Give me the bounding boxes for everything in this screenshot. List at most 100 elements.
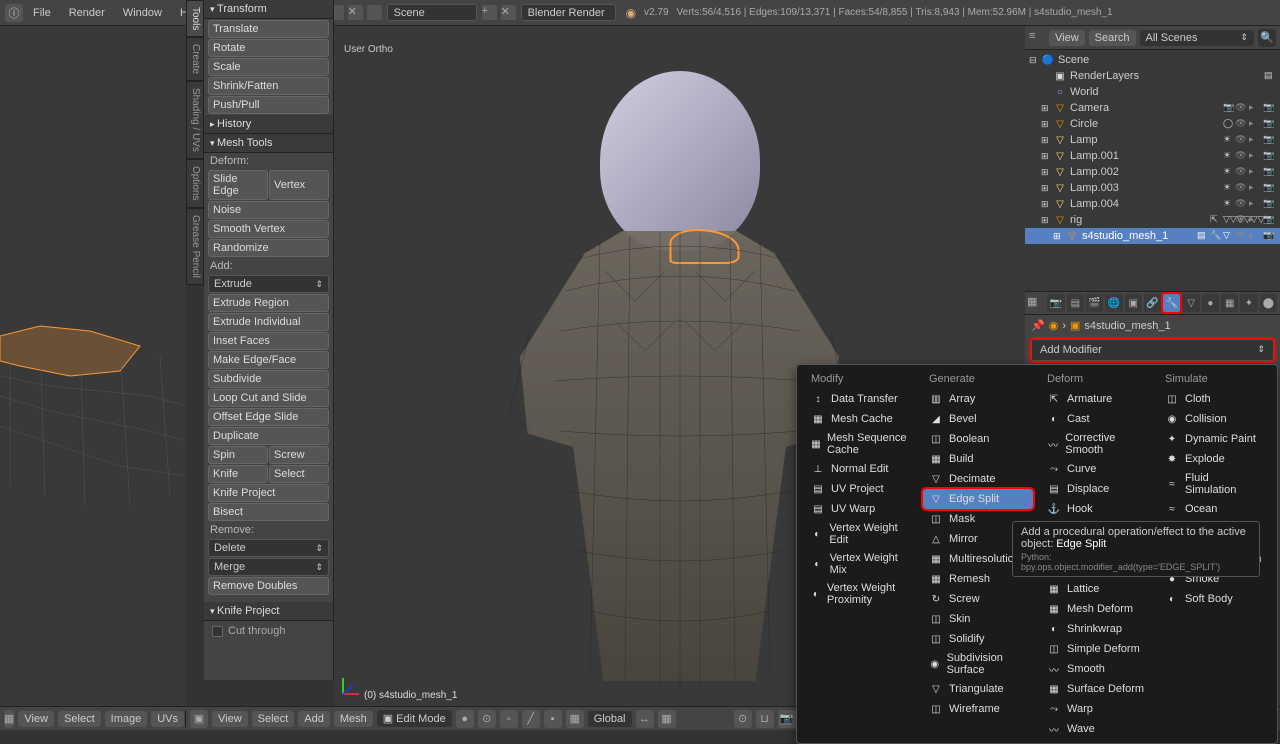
tab-object-icon[interactable]: ▣ <box>1125 294 1142 312</box>
modifier-item-mesh-cache[interactable]: ▦Mesh Cache <box>805 409 915 429</box>
tab-constraints-icon[interactable]: 🔗 <box>1144 294 1161 312</box>
3d-editor-type-icon[interactable]: ▣ <box>190 710 208 728</box>
limit-selection-icon[interactable]: ▦ <box>566 710 584 728</box>
vertex-button[interactable]: Vertex <box>269 170 329 200</box>
loop-cut-button[interactable]: Loop Cut and Slide <box>208 389 329 407</box>
3d-add-menu[interactable]: Add <box>298 711 330 727</box>
outliner-row[interactable]: ⊞▽rig⇱▽▽▽▽▽▽▽👁▸📷 <box>1025 212 1280 228</box>
modifier-item-curve[interactable]: ⤳Curve <box>1041 459 1151 479</box>
outliner-view-menu[interactable]: View <box>1049 30 1085 46</box>
outliner-row[interactable]: ⊞▽Lamp.004☀👁▸📷 <box>1025 196 1280 212</box>
modifier-item-wave[interactable]: 〰Wave <box>1041 719 1151 739</box>
uv-editor-type-icon[interactable]: ▦ <box>4 710 14 728</box>
modifier-item-skin[interactable]: ◫Skin <box>923 609 1033 629</box>
mode-dropdown[interactable]: ▣ Edit Mode <box>377 710 452 727</box>
tab-particles-icon[interactable]: ✦ <box>1240 294 1257 312</box>
extrude-region-button[interactable]: Extrude Region <box>208 294 329 312</box>
modifier-item-edge-split[interactable]: ▽Edge Split <box>923 489 1033 509</box>
knife-project-button[interactable]: Knife Project <box>208 484 329 502</box>
pivot-icon[interactable]: ⊙ <box>478 710 496 728</box>
offset-edge-slide-button[interactable]: Offset Edge Slide <box>208 408 329 426</box>
outliner-row[interactable]: ⊞▽Lamp.001☀👁▸📷 <box>1025 148 1280 164</box>
face-select-icon[interactable]: ▪ <box>544 710 562 728</box>
modifier-item-cast[interactable]: ◐Cast <box>1041 409 1151 429</box>
modifier-item-surface-deform[interactable]: ▦Surface Deform <box>1041 679 1151 699</box>
rotate-button[interactable]: Rotate <box>208 39 329 57</box>
modifier-item-soft-body[interactable]: ◐Soft Body <box>1159 589 1269 609</box>
randomize-button[interactable]: Randomize <box>208 239 329 257</box>
tab-grease-pencil[interactable]: Grease Pencil <box>186 208 204 285</box>
outliner-row[interactable]: ⊟🔵Scene <box>1025 52 1280 68</box>
modifier-item-dynamic-paint[interactable]: ✦Dynamic Paint <box>1159 429 1269 449</box>
modifier-item-smooth[interactable]: 〰Smooth <box>1041 659 1151 679</box>
outliner-row[interactable]: ○World <box>1025 84 1280 100</box>
remove-doubles-button[interactable]: Remove Doubles <box>208 577 329 595</box>
outliner-row[interactable]: ⊞▽Lamp.003☀👁▸📷 <box>1025 180 1280 196</box>
modifier-item-displace[interactable]: ▤Displace <box>1041 479 1151 499</box>
modifier-item-mesh-deform[interactable]: ▦Mesh Deform <box>1041 599 1151 619</box>
proportional-edit-icon[interactable]: ⊙ <box>734 710 752 728</box>
tab-options[interactable]: Options <box>186 159 204 207</box>
knife-select-button[interactable]: Select <box>269 465 329 483</box>
modifier-item-boolean[interactable]: ◫Boolean <box>923 429 1033 449</box>
tab-scene-icon[interactable]: 🎬 <box>1086 294 1103 312</box>
snap-icon[interactable]: ⊔ <box>756 710 774 728</box>
tab-render-icon[interactable]: 📷 <box>1047 294 1064 312</box>
3d-select-menu[interactable]: Select <box>252 711 295 727</box>
noise-button[interactable]: Noise <box>208 201 329 219</box>
operator-panel-header[interactable]: Knife Project <box>204 602 333 621</box>
vertex-select-icon[interactable]: ▫ <box>500 710 518 728</box>
modifier-item-fluid-simulation[interactable]: ≈Fluid Simulation <box>1159 469 1269 499</box>
tab-physics-icon[interactable]: ⬤ <box>1260 294 1277 312</box>
merge-dropdown[interactable]: Merge <box>208 558 329 576</box>
bisect-button[interactable]: Bisect <box>208 503 329 521</box>
outliner-row[interactable]: ⊞▽Camera📷👁▸📷 <box>1025 100 1280 116</box>
outliner-row[interactable]: ▣RenderLayers▤ <box>1025 68 1280 84</box>
modifier-item-explode[interactable]: ✸Explode <box>1159 449 1269 469</box>
transform-header[interactable]: Transform <box>204 0 333 19</box>
3d-view-menu[interactable]: View <box>212 711 248 727</box>
modifier-item-collision[interactable]: ◉Collision <box>1159 409 1269 429</box>
outliner-tree[interactable]: ⊟🔵Scene▣RenderLayers▤○World⊞▽Camera📷👁▸📷 ⊞… <box>1025 50 1280 246</box>
history-header[interactable]: History <box>204 115 333 134</box>
opengl-render-icon[interactable]: 📷 <box>778 710 796 728</box>
pin-icon[interactable]: 📌 <box>1031 319 1045 332</box>
modifier-item-bevel[interactable]: ◢Bevel <box>923 409 1033 429</box>
engine-dropdown[interactable]: Blender Render <box>521 4 616 21</box>
menu-render[interactable]: Render <box>61 3 113 23</box>
modifier-item-lattice[interactable]: ▦Lattice <box>1041 579 1151 599</box>
modifier-item-solidify[interactable]: ◫Solidify <box>923 629 1033 649</box>
modifier-item-normal-edit[interactable]: ⊥Normal Edit <box>805 459 915 479</box>
tab-shading-uvs[interactable]: Shading / UVs <box>186 81 204 159</box>
uv-uvs-menu[interactable]: UVs <box>151 711 184 727</box>
outliner-search-menu[interactable]: Search <box>1089 30 1136 46</box>
uv-editor-viewport[interactable] <box>0 26 186 706</box>
make-edge-face-button[interactable]: Make Edge/Face <box>208 351 329 369</box>
add-scene-button[interactable]: + <box>482 5 497 20</box>
modifier-item-screw[interactable]: ↻Screw <box>923 589 1033 609</box>
uv-view-menu[interactable]: View <box>18 711 54 727</box>
modifier-item-wireframe[interactable]: ◫Wireframe <box>923 699 1033 719</box>
modifier-item-array[interactable]: ▥Array <box>923 389 1033 409</box>
tab-tools[interactable]: Tools <box>186 0 204 37</box>
modifier-item-ocean[interactable]: ≈Ocean <box>1159 499 1269 519</box>
scale-button[interactable]: Scale <box>208 58 329 76</box>
menu-window[interactable]: Window <box>115 3 170 23</box>
manipulator-icon[interactable]: ↔ <box>636 710 654 728</box>
outliner-row[interactable]: ⊞▽Lamp☀👁▸📷 <box>1025 132 1280 148</box>
search-icon[interactable]: 🔍 <box>1258 29 1276 47</box>
editor-type-icon[interactable]: ⓘ <box>5 4 23 22</box>
modifier-item-build[interactable]: ▦Build <box>923 449 1033 469</box>
modifier-item-subdivision-surface[interactable]: ◉Subdivision Surface <box>923 649 1033 679</box>
mesh-tools-header[interactable]: Mesh Tools <box>204 134 333 153</box>
cut-through-checkbox[interactable] <box>212 626 223 637</box>
tab-create[interactable]: Create <box>186 37 204 81</box>
properties-editor-icon[interactable]: ▦ <box>1027 295 1042 311</box>
screw-button[interactable]: Screw <box>269 446 329 464</box>
modifier-item-armature[interactable]: ⇱Armature <box>1041 389 1151 409</box>
tab-texture-icon[interactable]: ▦ <box>1221 294 1238 312</box>
tab-render-layers-icon[interactable]: ▤ <box>1067 294 1084 312</box>
modifier-item-vertex-weight-proximity[interactable]: ◐Vertex Weight Proximity <box>805 579 915 609</box>
extrude-individual-button[interactable]: Extrude Individual <box>208 313 329 331</box>
modifier-item-shrinkwrap[interactable]: ◐Shrinkwrap <box>1041 619 1151 639</box>
